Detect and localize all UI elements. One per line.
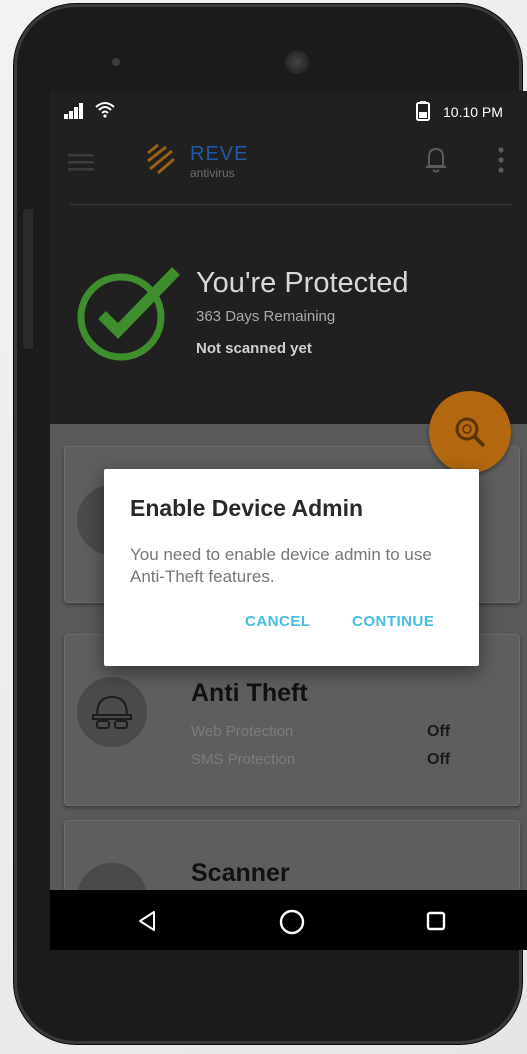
status-bar: 10.10 PM [50, 91, 527, 131]
signal-icon [64, 103, 83, 119]
sms-protection-label: SMS Protection [191, 751, 296, 768]
dialog-message: You need to enable device admin to use A… [130, 545, 432, 586]
scan-status: Not scanned yet [196, 340, 312, 357]
menu-icon[interactable] [68, 151, 94, 173]
web-protection-label: Web Protection [191, 723, 294, 740]
anti-theft-icon [92, 695, 132, 729]
proximity-sensor [112, 58, 120, 66]
header-divider [70, 204, 512, 205]
back-icon[interactable] [136, 910, 158, 932]
more-vert-icon[interactable] [494, 145, 508, 175]
cancel-button[interactable]: CANCEL [245, 613, 311, 630]
phone-frame: 10.10 PM REVE antivirus You're Protected… [14, 4, 527, 1044]
scan-fab[interactable] [429, 391, 511, 473]
sms-protection-value: Off [427, 751, 451, 768]
web-protection-value: Off [427, 723, 451, 740]
logo-icon [147, 143, 175, 175]
days-remaining: 363 Days Remaining [196, 308, 336, 325]
anti-theft-title: Anti Theft [191, 679, 308, 707]
home-icon[interactable] [279, 909, 305, 935]
scanner-title: Scanner [191, 859, 290, 887]
protection-title: You're Protected [196, 267, 409, 299]
earpiece-speaker [285, 50, 309, 74]
recents-icon[interactable] [426, 911, 446, 931]
status-time: 10.10 PM [443, 104, 503, 120]
logo-title: REVE [190, 143, 249, 165]
battery-icon [416, 101, 430, 121]
screen: 10.10 PM REVE antivirus You're Protected… [50, 91, 527, 950]
dialog-title: Enable Device Admin [130, 495, 364, 521]
side-button [23, 209, 33, 349]
enable-device-admin-dialog: Enable Device Admin You need to enable d… [104, 469, 479, 666]
logo-subtitle: antivirus [190, 166, 235, 180]
bell-icon[interactable] [424, 145, 448, 173]
anti-theft-avatar [77, 677, 147, 747]
protected-check-icon [77, 267, 180, 361]
scan-icon [455, 417, 486, 448]
app-toolbar: REVE antivirus [50, 131, 527, 191]
continue-button[interactable]: CONTINUE [352, 613, 434, 630]
system-nav-bar [50, 890, 527, 950]
wifi-icon [95, 102, 115, 118]
